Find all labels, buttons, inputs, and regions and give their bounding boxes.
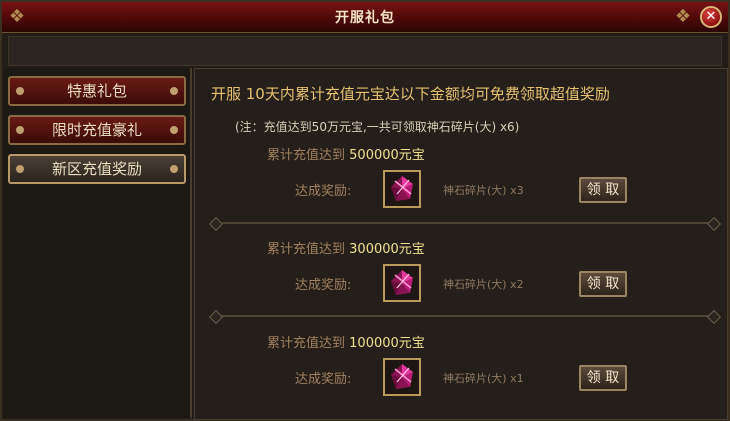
- claim-button[interactable]: 领 取: [579, 271, 627, 297]
- reward-item-name: 神石碎片(大) x2: [443, 278, 524, 291]
- stud-icon: [16, 126, 24, 134]
- tab-label: 新区充值奖励: [51, 160, 142, 178]
- reward-item-slot[interactable]: [383, 170, 421, 208]
- panel-note: (注：充值达到50万元宝,一共可领取神石碎片(大) x6): [235, 120, 520, 134]
- requirement-amount: 500000元宝: [349, 148, 425, 163]
- requirement-label: 累计充值达到: [267, 148, 346, 163]
- tab-special-offer[interactable]: 特惠礼包: [8, 76, 186, 106]
- reward-label: 达成奖励:: [295, 278, 352, 293]
- reward-item-name: 神石碎片(大) x3: [443, 184, 524, 197]
- reward-label: 达成奖励:: [295, 372, 352, 387]
- close-button[interactable]: ✕: [700, 6, 722, 28]
- god-stone-fragment-icon: [385, 360, 419, 394]
- reward-item-name: 神石碎片(大) x1: [443, 372, 524, 385]
- tier-requirement: 累计充值达到 500000元宝: [267, 144, 425, 163]
- panel-heading: 开服 10天内累计充值元宝达以下金额均可免费领取超值奖励: [211, 85, 610, 103]
- title-bar: ❖ 开服礼包 ❖ ✕: [2, 2, 728, 33]
- sub-header-bar: [8, 36, 722, 66]
- requirement-amount: 300000元宝: [349, 242, 425, 257]
- tier-requirement: 累计充值达到 300000元宝: [267, 238, 425, 257]
- god-stone-fragment-icon: [385, 266, 419, 300]
- stud-icon: [170, 87, 178, 95]
- section-divider: [217, 222, 713, 224]
- stud-icon: [16, 87, 24, 95]
- requirement-amount: 100000元宝: [349, 336, 425, 351]
- sidebar: 特惠礼包 限时充值豪礼 新区充值奖励: [4, 68, 192, 418]
- stud-icon: [170, 165, 178, 173]
- tier-requirement: 累计充值达到 100000元宝: [267, 332, 425, 351]
- tab-label: 限时充值豪礼: [51, 121, 142, 139]
- corner-ornament-icon: ❖: [674, 6, 692, 27]
- claim-button[interactable]: 领 取: [579, 177, 627, 203]
- tab-label: 特惠礼包: [66, 82, 127, 100]
- tab-new-server-reward[interactable]: 新区充值奖励: [8, 154, 186, 184]
- requirement-label: 累计充值达到: [267, 242, 346, 257]
- close-icon: ✕: [705, 9, 717, 24]
- claim-button[interactable]: 领 取: [579, 365, 627, 391]
- reward-label: 达成奖励:: [295, 184, 352, 199]
- reward-item-slot[interactable]: [383, 264, 421, 302]
- requirement-label: 累计充值达到: [267, 336, 346, 351]
- stud-icon: [170, 126, 178, 134]
- reward-item-slot[interactable]: [383, 358, 421, 396]
- stud-icon: [16, 165, 24, 173]
- tab-limited-recharge[interactable]: 限时充值豪礼: [8, 115, 186, 145]
- section-divider: [217, 315, 713, 317]
- window-title: 开服礼包: [335, 10, 395, 26]
- gift-window: ❖ 开服礼包 ❖ ✕ 特惠礼包 限时充值豪礼 新区充值奖励 开服 10天内累计充…: [0, 0, 730, 421]
- reward-panel: 开服 10天内累计充值元宝达以下金额均可免费领取超值奖励 (注：充值达到50万元…: [194, 68, 728, 420]
- god-stone-fragment-icon: [385, 172, 419, 206]
